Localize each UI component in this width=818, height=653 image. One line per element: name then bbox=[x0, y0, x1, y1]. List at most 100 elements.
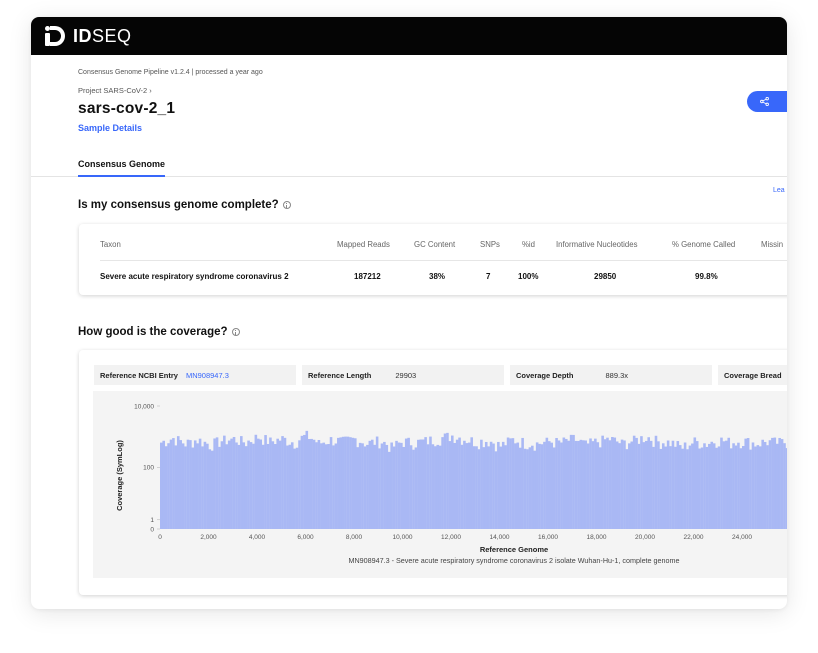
coverage-bar[interactable] bbox=[213, 438, 216, 529]
coverage-bar[interactable] bbox=[254, 434, 258, 529]
coverage-bar[interactable] bbox=[681, 448, 684, 529]
coverage-bar[interactable] bbox=[414, 447, 418, 529]
coverage-bar[interactable] bbox=[341, 436, 345, 529]
coverage-bar[interactable] bbox=[337, 437, 340, 529]
coverage-bar[interactable] bbox=[560, 442, 563, 530]
coverage-bar[interactable] bbox=[555, 437, 558, 529]
coverage-bar[interactable] bbox=[358, 442, 362, 529]
coverage-bar[interactable] bbox=[164, 446, 168, 529]
coverage-bar[interactable] bbox=[504, 445, 507, 529]
coverage-bar[interactable] bbox=[193, 440, 197, 529]
coverage-bar[interactable] bbox=[404, 438, 408, 529]
coverage-bar[interactable] bbox=[300, 435, 304, 529]
coverage-bar[interactable] bbox=[698, 448, 701, 529]
coverage-bar[interactable] bbox=[264, 435, 267, 529]
coverage-bar[interactable] bbox=[630, 441, 634, 529]
coverage-bar[interactable] bbox=[657, 441, 660, 529]
coverage-bar[interactable] bbox=[783, 443, 786, 529]
coverage-bar[interactable] bbox=[501, 441, 505, 529]
coverage-bar[interactable] bbox=[339, 437, 343, 529]
coverage-bar[interactable] bbox=[310, 438, 313, 529]
column-header[interactable]: %id bbox=[522, 240, 535, 249]
coverage-bar[interactable] bbox=[742, 446, 745, 529]
breadcrumb[interactable]: Project SARS-CoV-2 › bbox=[78, 86, 787, 95]
coverage-bar[interactable] bbox=[257, 438, 260, 529]
coverage-bar[interactable] bbox=[327, 444, 330, 529]
coverage-bar[interactable] bbox=[526, 449, 529, 529]
coverage-bar[interactable] bbox=[712, 443, 716, 529]
column-header[interactable]: Missin bbox=[761, 240, 783, 249]
coverage-bar[interactable] bbox=[223, 435, 226, 529]
coverage-bar[interactable] bbox=[584, 440, 587, 529]
coverage-bar[interactable] bbox=[722, 441, 726, 529]
coverage-bar[interactable] bbox=[625, 449, 629, 529]
reference-entry-link[interactable]: MN908947.3 bbox=[186, 371, 229, 380]
coverage-bar[interactable] bbox=[518, 447, 522, 529]
coverage-bar[interactable] bbox=[322, 442, 326, 529]
coverage-bar[interactable] bbox=[174, 445, 178, 529]
coverage-bar[interactable] bbox=[647, 437, 650, 529]
coverage-bar[interactable] bbox=[215, 437, 219, 529]
coverage-bar[interactable] bbox=[235, 442, 238, 529]
coverage-bar[interactable] bbox=[620, 439, 624, 529]
coverage-bar[interactable] bbox=[557, 440, 561, 529]
coverage-bar[interactable] bbox=[509, 438, 512, 529]
coverage-bar[interactable] bbox=[606, 437, 609, 529]
coverage-bar[interactable] bbox=[252, 443, 255, 529]
coverage-bar[interactable] bbox=[484, 441, 488, 529]
coverage-bar[interactable] bbox=[225, 444, 229, 529]
coverage-bar[interactable] bbox=[232, 436, 236, 529]
coverage-bar[interactable] bbox=[669, 446, 672, 529]
coverage-bar[interactable] bbox=[472, 446, 476, 529]
coverage-bar[interactable] bbox=[506, 437, 510, 529]
coverage-bar[interactable] bbox=[751, 442, 755, 529]
coverage-bar[interactable] bbox=[778, 437, 781, 529]
coverage-bar[interactable] bbox=[181, 443, 185, 529]
coverage-bar[interactable] bbox=[356, 447, 360, 529]
coverage-bar[interactable] bbox=[494, 451, 498, 529]
coverage-bar[interactable] bbox=[480, 439, 483, 529]
coverage-bar[interactable] bbox=[497, 441, 500, 529]
learn-more-link[interactable]: Lea bbox=[773, 187, 785, 194]
coverage-bar[interactable] bbox=[708, 443, 711, 529]
coverage-bar[interactable] bbox=[429, 436, 432, 529]
coverage-bar[interactable] bbox=[305, 430, 309, 529]
tab-consensus-genome[interactable]: Consensus Genome bbox=[78, 159, 166, 177]
coverage-bar[interactable] bbox=[227, 440, 231, 529]
coverage-bar[interactable] bbox=[489, 441, 493, 529]
coverage-bar[interactable] bbox=[564, 438, 568, 529]
coverage-bar[interactable] bbox=[366, 444, 369, 529]
coverage-bar[interactable] bbox=[574, 440, 578, 529]
coverage-bar[interactable] bbox=[446, 432, 449, 529]
coverage-bar[interactable] bbox=[169, 439, 173, 529]
coverage-bar[interactable] bbox=[601, 435, 604, 529]
coverage-bar[interactable] bbox=[705, 446, 709, 529]
coverage-bar[interactable] bbox=[567, 440, 570, 529]
coverage-bar[interactable] bbox=[426, 444, 430, 529]
coverage-bar[interactable] bbox=[683, 442, 687, 529]
coverage-bar[interactable] bbox=[538, 443, 541, 529]
coverage-bar[interactable] bbox=[521, 437, 524, 529]
coverage-bar[interactable] bbox=[754, 446, 757, 529]
coverage-bar[interactable] bbox=[744, 438, 748, 529]
coverage-bar[interactable] bbox=[773, 437, 777, 529]
coverage-bar[interactable] bbox=[453, 442, 457, 529]
coverage-bar[interactable] bbox=[533, 450, 537, 529]
coverage-bar[interactable] bbox=[569, 434, 573, 529]
coverage-bar[interactable] bbox=[261, 444, 265, 529]
coverage-bar[interactable] bbox=[746, 438, 750, 529]
coverage-bar[interactable] bbox=[298, 440, 301, 529]
coverage-bar[interactable] bbox=[715, 447, 718, 529]
coverage-bar[interactable] bbox=[611, 437, 614, 529]
coverage-bar[interactable] bbox=[700, 447, 704, 529]
column-header[interactable]: Taxon bbox=[100, 240, 121, 249]
coverage-bar[interactable] bbox=[548, 441, 551, 529]
coverage-bar[interactable] bbox=[543, 441, 546, 529]
coverage-bar[interactable] bbox=[615, 441, 619, 529]
coverage-bar[interactable] bbox=[349, 437, 352, 529]
coverage-bar[interactable] bbox=[628, 443, 631, 529]
coverage-bar[interactable] bbox=[763, 441, 767, 529]
coverage-bar[interactable] bbox=[244, 446, 248, 529]
coverage-bar[interactable] bbox=[603, 439, 607, 529]
coverage-bar[interactable] bbox=[329, 437, 333, 529]
